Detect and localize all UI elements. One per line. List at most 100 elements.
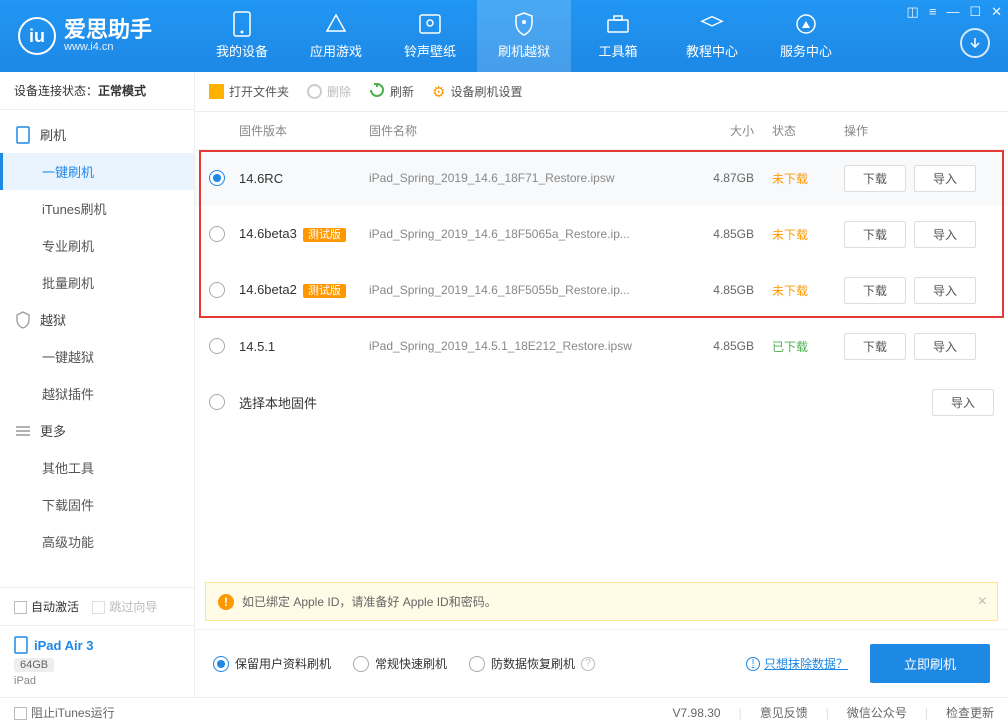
beta-badge: 测试版 bbox=[303, 284, 346, 298]
status-bar: 阻止iTunes运行 V7.98.30| 意见反馈| 微信公众号| 检查更新 bbox=[0, 697, 1008, 727]
row-radio[interactable] bbox=[209, 170, 225, 186]
table-row[interactable]: 14.6beta2测试版 iPad_Spring_2019_14.6_18F50… bbox=[195, 262, 1008, 318]
nav-tutorials[interactable]: 教程中心 bbox=[665, 0, 759, 72]
sidebar-group-flash[interactable]: 刷机 bbox=[0, 116, 194, 153]
table-row-local[interactable]: 选择本地固件 导入 bbox=[195, 374, 1008, 430]
import-button[interactable]: 导入 bbox=[914, 277, 976, 304]
device-name: iPad Air 3 bbox=[34, 638, 93, 653]
download-button[interactable]: 下载 bbox=[844, 221, 906, 248]
device-capacity: 64GB bbox=[14, 658, 54, 672]
refresh-icon bbox=[369, 82, 385, 101]
download-manager-button[interactable] bbox=[960, 28, 990, 58]
brand-name: 爱思助手 bbox=[64, 19, 152, 41]
refresh-button[interactable]: 刷新 bbox=[369, 82, 414, 101]
radio-icon bbox=[213, 656, 229, 672]
close-icon[interactable]: ✕ bbox=[991, 4, 1002, 20]
alert-close-button[interactable]: × bbox=[978, 593, 987, 611]
option-fast-flash[interactable]: 常规快速刷机 bbox=[353, 655, 447, 672]
nav-apps[interactable]: 应用游戏 bbox=[289, 0, 383, 72]
maximize-icon[interactable]: ☐ bbox=[969, 4, 981, 20]
row-radio[interactable] bbox=[209, 394, 225, 410]
skip-guide-checkbox[interactable]: 跳过向导 bbox=[92, 600, 157, 614]
wechat-link[interactable]: 微信公众号 bbox=[847, 704, 907, 721]
row-radio[interactable] bbox=[209, 338, 225, 354]
nav-ringtones[interactable]: 铃声壁纸 bbox=[383, 0, 477, 72]
auto-activate-checkbox[interactable]: 自动激活 bbox=[14, 600, 79, 614]
folder-icon bbox=[209, 84, 224, 99]
table-row[interactable]: 14.6beta3测试版 iPad_Spring_2019_14.6_18F50… bbox=[195, 206, 1008, 262]
top-nav: 我的设备 应用游戏 铃声壁纸 刷机越狱 工具箱 教程中心 服务中心 bbox=[195, 0, 853, 72]
beta-badge: 测试版 bbox=[303, 228, 346, 242]
device-status: 设备连接状态：正常模式 bbox=[0, 72, 194, 110]
header-action: 操作 bbox=[834, 122, 994, 139]
table-row[interactable]: 14.5.1 iPad_Spring_2019_14.5.1_18E212_Re… bbox=[195, 318, 1008, 374]
table-header: 固件版本 固件名称 大小 状态 操作 bbox=[195, 112, 1008, 150]
sidebar-item-download-firmware[interactable]: 下载固件 bbox=[0, 486, 194, 523]
header-status: 状态 bbox=[754, 122, 834, 139]
sidebar: 设备连接状态：正常模式 刷机 一键刷机 iTunes刷机 专业刷机 批量刷机 越… bbox=[0, 72, 195, 697]
title-bar: iu 爱思助手 www.i4.cn 我的设备 应用游戏 铃声壁纸 刷机越狱 工具… bbox=[0, 0, 1008, 72]
sidebar-item-pro-flash[interactable]: 专业刷机 bbox=[0, 227, 194, 264]
nav-toolbox[interactable]: 工具箱 bbox=[571, 0, 665, 72]
device-info: iPad Air 3 64GB iPad bbox=[0, 625, 194, 697]
check-update-link[interactable]: 检查更新 bbox=[946, 704, 994, 721]
more-icon bbox=[14, 422, 32, 440]
header-version: 固件版本 bbox=[239, 122, 369, 139]
sidebar-item-batch-flash[interactable]: 批量刷机 bbox=[0, 264, 194, 301]
table-row[interactable]: 14.6RC iPad_Spring_2019_14.6_18F71_Resto… bbox=[195, 150, 1008, 206]
delete-button[interactable]: 删除 bbox=[307, 83, 351, 100]
apple-id-alert: ! 如已绑定 Apple ID，请准备好 Apple ID和密码。 × bbox=[205, 582, 998, 621]
open-folder-button[interactable]: 打开文件夹 bbox=[209, 83, 289, 100]
logo-icon: iu bbox=[18, 17, 56, 55]
download-button[interactable]: 下载 bbox=[844, 333, 906, 360]
block-itunes-checkbox[interactable]: 阻止iTunes运行 bbox=[14, 704, 115, 721]
erase-data-link[interactable]: !只想抹除数据？ bbox=[746, 655, 848, 672]
radio-icon bbox=[469, 656, 485, 672]
sidebar-item-other-tools[interactable]: 其他工具 bbox=[0, 449, 194, 486]
sidebar-item-oneclick-jailbreak[interactable]: 一键越狱 bbox=[0, 338, 194, 375]
nav-my-device[interactable]: 我的设备 bbox=[195, 0, 289, 72]
option-anti-recover[interactable]: 防数据恢复刷机? bbox=[469, 655, 595, 672]
delete-icon bbox=[307, 84, 322, 99]
app-version: V7.98.30 bbox=[673, 706, 721, 720]
toolbar: 打开文件夹 删除 刷新 ⚙设备刷机设置 bbox=[195, 72, 1008, 112]
jailbreak-icon bbox=[14, 311, 32, 329]
sidebar-item-advanced[interactable]: 高级功能 bbox=[0, 523, 194, 560]
radio-icon bbox=[353, 656, 369, 672]
gear-icon: ⚙ bbox=[432, 83, 445, 101]
nav-flash-jailbreak[interactable]: 刷机越狱 bbox=[477, 0, 571, 72]
device-icon bbox=[14, 636, 28, 654]
option-keep-data[interactable]: 保留用户资料刷机 bbox=[213, 655, 331, 672]
sidebar-item-jailbreak-plugins[interactable]: 越狱插件 bbox=[0, 375, 194, 412]
compass-icon bbox=[794, 12, 818, 36]
sidebar-group-jailbreak[interactable]: 越狱 bbox=[0, 301, 194, 338]
header-size: 大小 bbox=[684, 122, 754, 139]
sidebar-item-itunes-flash[interactable]: iTunes刷机 bbox=[0, 190, 194, 227]
import-button[interactable]: 导入 bbox=[914, 165, 976, 192]
import-button[interactable]: 导入 bbox=[932, 389, 994, 416]
apps-icon bbox=[324, 12, 348, 36]
download-button[interactable]: 下载 bbox=[844, 277, 906, 304]
sidebar-group-more[interactable]: 更多 bbox=[0, 412, 194, 449]
flash-settings-button[interactable]: ⚙设备刷机设置 bbox=[432, 83, 522, 101]
sidebar-options: 自动激活 跳过向导 bbox=[0, 587, 194, 625]
graduation-icon bbox=[700, 12, 724, 36]
feedback-link[interactable]: 意见反馈 bbox=[760, 704, 808, 721]
sidebar-item-oneclick-flash[interactable]: 一键刷机 bbox=[0, 153, 194, 190]
nav-service[interactable]: 服务中心 bbox=[759, 0, 853, 72]
menu-icon[interactable]: ≡ bbox=[929, 4, 937, 20]
window-controls: ◫ ≡ — ☐ ✕ bbox=[907, 4, 1002, 20]
import-button[interactable]: 导入 bbox=[914, 221, 976, 248]
minimize-icon[interactable]: — bbox=[946, 4, 959, 20]
skin-icon[interactable]: ◫ bbox=[907, 4, 919, 20]
import-button[interactable]: 导入 bbox=[914, 333, 976, 360]
row-radio[interactable] bbox=[209, 282, 225, 298]
info-icon: ! bbox=[746, 657, 760, 671]
row-radio[interactable] bbox=[209, 226, 225, 242]
flash-now-button[interactable]: 立即刷机 bbox=[870, 644, 990, 683]
image-icon bbox=[418, 12, 442, 36]
brand: iu 爱思助手 www.i4.cn bbox=[0, 17, 195, 55]
phone-icon bbox=[230, 12, 254, 36]
download-button[interactable]: 下载 bbox=[844, 165, 906, 192]
help-icon[interactable]: ? bbox=[581, 657, 595, 671]
